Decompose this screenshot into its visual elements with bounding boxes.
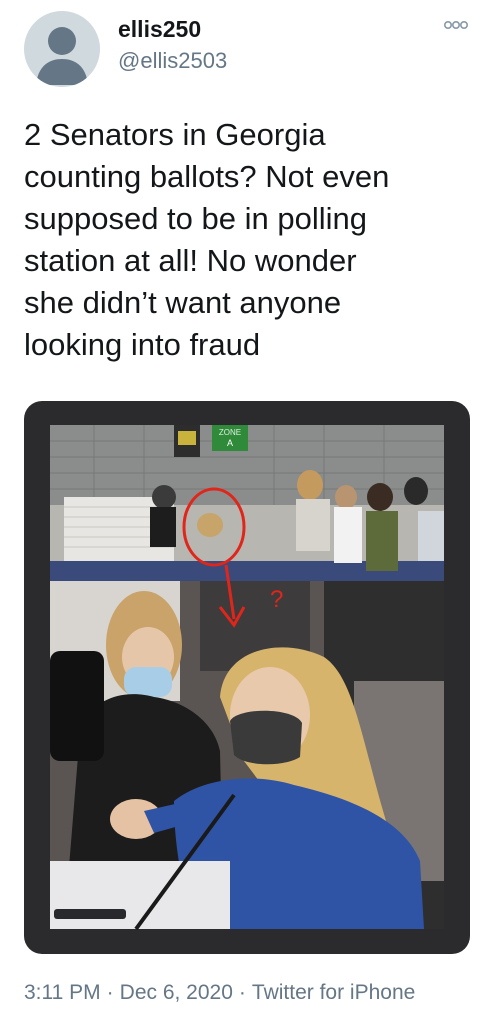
zone-sign-text: ZONE — [219, 428, 241, 437]
tweet-time: 3:11 PM — [24, 981, 101, 1004]
photo-collage: ZONE A ? — [50, 425, 444, 931]
user-handle[interactable]: @ellis2503 — [118, 48, 227, 74]
annotation-question-mark: ? — [270, 586, 283, 613]
tweet-date: Dec 6, 2020 — [119, 981, 233, 1004]
bottom-photo: ? — [50, 564, 444, 931]
tweet-source[interactable]: Twitter for iPhone — [252, 981, 415, 1004]
top-photo: ZONE A — [50, 425, 444, 581]
display-name[interactable]: ellis250 — [118, 15, 201, 43]
tweet-text: 2 Senators in Georgia counting ballots? … — [24, 117, 390, 362]
avatar[interactable] — [24, 11, 100, 87]
more-options-button[interactable] — [442, 14, 470, 36]
tweet-media-image[interactable]: ZONE A ? — [24, 401, 470, 954]
more-options-icon — [443, 21, 468, 30]
tweet-meta: 3:11 PM · Dec 6, 2020 · Twitter for iPhone — [24, 980, 415, 1006]
meta-separator: · — [106, 981, 114, 1004]
default-profile-avatar-icon — [36, 27, 88, 85]
zone-sign-letter: A — [227, 438, 233, 448]
meta-separator: · — [238, 981, 246, 1004]
